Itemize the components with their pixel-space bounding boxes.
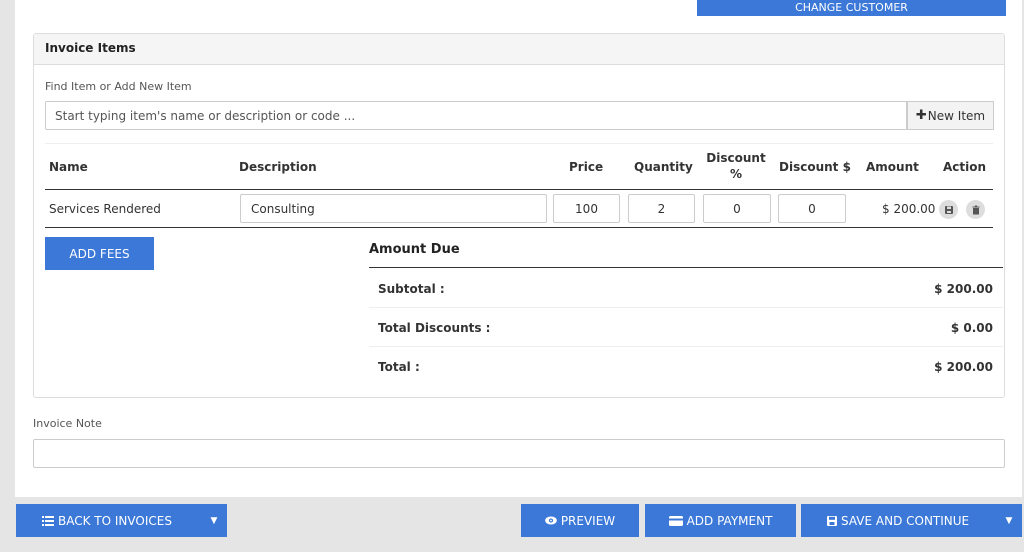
total-discounts-label: Total Discounts : <box>378 321 491 335</box>
change-customer-button[interactable]: CHANGE CUSTOMER <box>697 0 1006 16</box>
column-header-price: Price <box>569 160 604 174</box>
total-value: $ 200.00 <box>934 360 993 374</box>
save-icon <box>944 205 953 214</box>
save-item-button[interactable] <box>939 200 958 219</box>
back-to-invoices-button[interactable]: BACK TO INVOICES ▼ <box>16 504 227 537</box>
item-description-field[interactable]: Consulting <box>240 194 547 223</box>
find-item-label: Find Item or Add New Item <box>45 80 192 93</box>
save-icon <box>827 515 837 526</box>
subtotal-value: $ 200.00 <box>934 282 993 296</box>
item-amount: $ 200.00 <box>882 202 936 216</box>
total-discounts-row: Total Discounts : $ 0.00 <box>369 308 1003 347</box>
total-label: Total : <box>378 360 420 374</box>
column-header-discount-amount: Discount $ <box>779 160 851 174</box>
total-row: Total : $ 200.00 <box>369 347 1003 386</box>
item-search-input[interactable] <box>45 101 907 130</box>
amount-due-title: Amount Due <box>369 242 460 257</box>
item-discount-percent-field[interactable]: 0 <box>703 194 771 223</box>
plus-icon: ✚ <box>915 108 927 123</box>
caret-down-icon[interactable]: ▼ <box>996 504 1022 537</box>
subtotal-label: Subtotal : <box>378 282 445 296</box>
column-header-quantity: Quantity <box>634 160 693 174</box>
trash-icon <box>972 205 979 214</box>
add-payment-button[interactable]: ADD PAYMENT <box>645 504 796 537</box>
caret-down-icon[interactable]: ▼ <box>201 504 227 537</box>
column-header-amount: Amount <box>866 160 919 174</box>
amount-due-divider <box>369 267 1003 268</box>
column-header-discount-percent: Discount % <box>706 151 766 181</box>
column-header-name: Name <box>49 160 88 174</box>
save-and-continue-label: SAVE AND CONTINUE <box>841 513 970 528</box>
back-to-invoices-label: BACK TO INVOICES <box>58 513 172 528</box>
total-discounts-value: $ 0.00 <box>950 321 993 335</box>
item-name: Services Rendered <box>49 202 161 216</box>
table-header-divider <box>45 189 993 190</box>
table-body-divider <box>45 227 993 228</box>
add-payment-label: ADD PAYMENT <box>686 513 773 528</box>
eye-icon <box>545 516 557 525</box>
invoice-items-panel: Invoice Items Find Item or Add New Item … <box>33 33 1005 398</box>
delete-item-button[interactable] <box>966 200 985 219</box>
item-discount-amount-field[interactable]: 0 <box>778 194 846 223</box>
preview-label: PREVIEW <box>560 513 616 528</box>
list-icon <box>42 515 54 526</box>
item-quantity-field[interactable]: 2 <box>628 194 695 223</box>
credit-card-icon <box>668 515 683 526</box>
column-header-description: Description <box>239 160 317 174</box>
save-and-continue-button[interactable]: SAVE AND CONTINUE ▼ <box>801 504 1022 537</box>
item-price-field[interactable]: 100 <box>553 194 620 223</box>
add-fees-button[interactable]: ADD FEES <box>45 237 154 270</box>
column-header-action: Action <box>943 160 987 174</box>
new-item-button[interactable]: ✚ New Item <box>907 101 994 130</box>
subtotal-row: Subtotal : $ 200.00 <box>369 269 1003 308</box>
preview-button[interactable]: PREVIEW <box>521 504 639 537</box>
table-top-divider <box>45 143 993 144</box>
invoice-note-field[interactable] <box>33 439 1005 468</box>
invoice-note-label: Invoice Note <box>33 417 102 430</box>
new-item-label: New Item <box>927 108 986 123</box>
invoice-items-title: Invoice Items <box>34 34 1004 65</box>
